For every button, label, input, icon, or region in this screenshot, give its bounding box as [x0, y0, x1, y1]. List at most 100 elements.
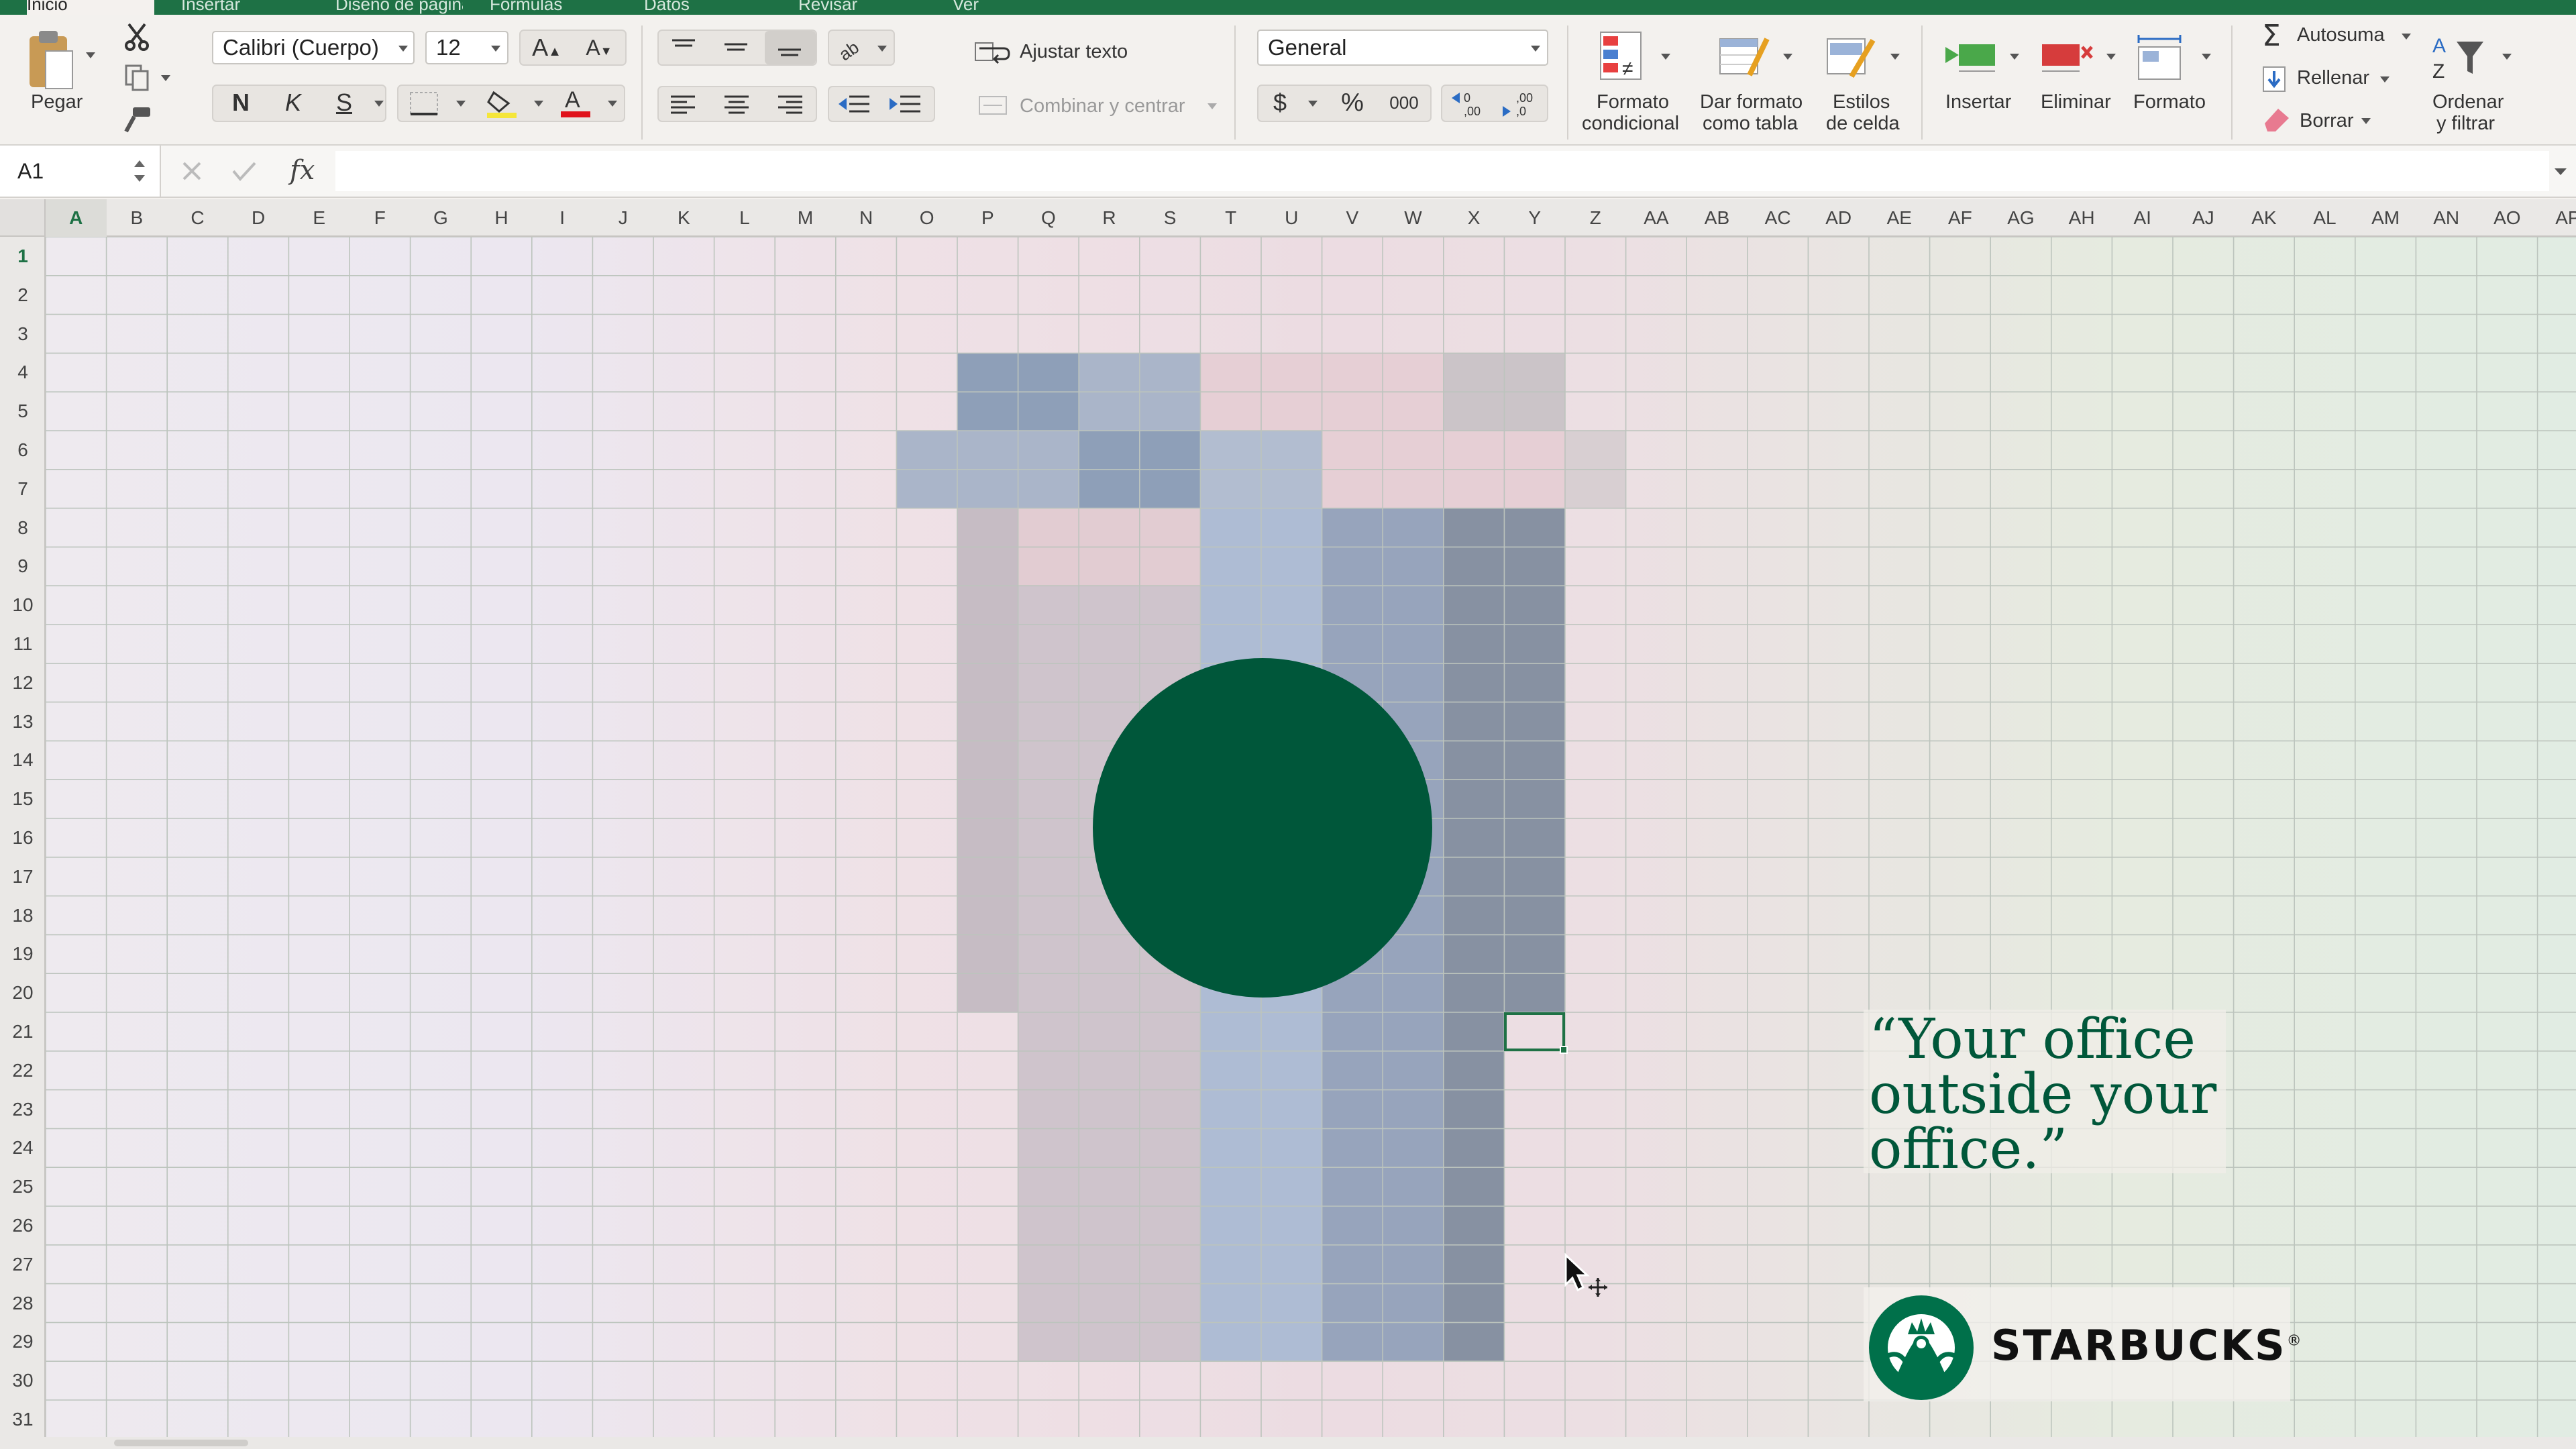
column-header-C[interactable]: C	[167, 199, 228, 237]
column-header-AC[interactable]: AC	[1748, 199, 1809, 237]
row-header-23[interactable]: 23	[0, 1090, 46, 1129]
row-header-2[interactable]: 2	[0, 276, 46, 315]
expand-formula-icon[interactable]	[2553, 164, 2568, 179]
selected-cell-range[interactable]	[1504, 1012, 1568, 1054]
row-header-17[interactable]: 17	[0, 857, 46, 896]
increase-decimal-icon[interactable]: 0,00	[1449, 89, 1489, 118]
column-header-Y[interactable]: Y	[1504, 199, 1565, 237]
confirm-icon[interactable]	[231, 159, 258, 183]
row-header-14[interactable]: 14	[0, 741, 46, 780]
column-header-A[interactable]: A	[46, 199, 107, 237]
row-header-15[interactable]: 15	[0, 780, 46, 818]
row-header-6[interactable]: 6	[0, 431, 46, 470]
autosum-button[interactable]: Autosuma	[2297, 24, 2385, 46]
row-header-19[interactable]: 19	[0, 934, 46, 973]
sort-filter-label-1[interactable]: Ordenar	[2432, 91, 2504, 113]
column-header-AI[interactable]: AI	[2112, 199, 2173, 237]
row-header-8[interactable]: 8	[0, 508, 46, 547]
column-header-R[interactable]: R	[1079, 199, 1140, 237]
decrease-indent-icon[interactable]	[836, 93, 872, 115]
cell-grid[interactable]	[0, 199, 2576, 1449]
underline-button[interactable]: S	[325, 85, 364, 121]
column-header-E[interactable]: E	[288, 199, 350, 237]
align-right-icon[interactable]	[775, 93, 806, 115]
thousands-button[interactable]: 000	[1382, 85, 1426, 121]
column-header-Z[interactable]: Z	[1565, 199, 1626, 237]
insert-button[interactable]: Insertar	[1945, 91, 2011, 113]
column-header-AM[interactable]: AM	[2355, 199, 2416, 237]
column-header-AP[interactable]: AP	[2538, 199, 2576, 237]
column-header-H[interactable]: H	[471, 199, 532, 237]
align-top-icon[interactable]	[668, 36, 699, 59]
tab-4[interactable]: Datos	[644, 0, 771, 15]
row-header-28[interactable]: 28	[0, 1284, 46, 1323]
column-header-AN[interactable]: AN	[2416, 199, 2477, 237]
column-header-AH[interactable]: AH	[2051, 199, 2112, 237]
wrap-text-icon[interactable]	[974, 39, 1012, 66]
tab-6[interactable]: Ver	[953, 0, 1080, 15]
column-header-G[interactable]: G	[411, 199, 472, 237]
column-header-O[interactable]: O	[896, 199, 957, 237]
column-header-AJ[interactable]: AJ	[2173, 199, 2234, 237]
paste-icon[interactable]	[24, 27, 78, 94]
italic-button[interactable]: K	[274, 85, 313, 121]
copy-icon[interactable]	[122, 63, 152, 93]
column-header-AO[interactable]: AO	[2477, 199, 2538, 237]
insert-cells-icon[interactable]	[1943, 35, 1999, 79]
row-header-11[interactable]: 11	[0, 625, 46, 663]
row-header-26[interactable]: 26	[0, 1206, 46, 1245]
clear-button[interactable]: Borrar	[2300, 110, 2354, 132]
row-header-12[interactable]: 12	[0, 663, 46, 702]
column-header-X[interactable]: X	[1444, 199, 1505, 237]
number-format-select[interactable]: General	[1257, 30, 1548, 66]
column-header-AL[interactable]: AL	[2294, 199, 2355, 237]
decrease-font-button[interactable]: A▼	[576, 30, 623, 66]
format-as-table-icon[interactable]	[1717, 32, 1774, 82]
row-header-18[interactable]: 18	[0, 896, 46, 935]
merge-center-button[interactable]: Combinar y centrar	[1020, 95, 1185, 117]
column-header-N[interactable]: N	[836, 199, 897, 237]
column-header-AK[interactable]: AK	[2234, 199, 2295, 237]
row-header-13[interactable]: 13	[0, 702, 46, 741]
row-header-21[interactable]: 21	[0, 1012, 46, 1051]
borders-icon[interactable]	[408, 90, 441, 117]
align-center-icon[interactable]	[722, 93, 753, 115]
column-header-AG[interactable]: AG	[1990, 199, 2051, 237]
column-header-I[interactable]: I	[532, 199, 593, 237]
name-box-stepper-icon[interactable]	[131, 154, 148, 189]
eraser-icon[interactable]	[2259, 105, 2292, 134]
currency-button[interactable]: $	[1264, 85, 1296, 121]
column-header-U[interactable]: U	[1261, 199, 1322, 237]
column-header-D[interactable]: D	[228, 199, 289, 237]
font-color-icon[interactable]: A	[558, 86, 593, 121]
horizontal-scrollbar[interactable]	[0, 1437, 2576, 1449]
tab-3[interactable]: Fórmulas	[490, 0, 617, 15]
increase-indent-icon[interactable]	[887, 93, 923, 115]
cut-icon[interactable]	[122, 21, 152, 51]
row-header-27[interactable]: 27	[0, 1245, 46, 1284]
column-header-P[interactable]: P	[957, 199, 1018, 237]
formula-input[interactable]	[335, 151, 2549, 191]
align-left-icon[interactable]	[668, 93, 699, 115]
column-header-K[interactable]: K	[653, 199, 714, 237]
format-button[interactable]: Formato	[2133, 91, 2206, 113]
align-middle-icon[interactable]	[720, 36, 751, 59]
row-header-25[interactable]: 25	[0, 1167, 46, 1206]
align-bottom-icon[interactable]	[774, 36, 805, 59]
delete-cells-icon[interactable]	[2039, 35, 2096, 79]
horizontal-scroll-thumb[interactable]	[114, 1440, 248, 1446]
row-header-4[interactable]: 4	[0, 353, 46, 392]
tab-0[interactable]: Inicio	[27, 0, 154, 15]
row-header-30[interactable]: 30	[0, 1361, 46, 1400]
row-header-24[interactable]: 24	[0, 1128, 46, 1167]
tab-2[interactable]: Diseño de página	[335, 0, 463, 15]
row-header-10[interactable]: 10	[0, 586, 46, 625]
row-header-31[interactable]: 31	[0, 1400, 46, 1439]
row-header-5[interactable]: 5	[0, 392, 46, 431]
percent-button[interactable]: %	[1334, 85, 1371, 121]
fill-handle[interactable]	[1559, 1045, 1568, 1054]
cell-styles-label-1[interactable]: Estilos	[1833, 91, 1890, 113]
worksheet[interactable]: A B C D E F G H I J K L M N O P Q R S T U V W X Y Z AA AB AC AD AE AF AG…	[0, 199, 2576, 1449]
row-header-29[interactable]: 29	[0, 1322, 46, 1361]
cancel-icon[interactable]	[180, 159, 204, 183]
